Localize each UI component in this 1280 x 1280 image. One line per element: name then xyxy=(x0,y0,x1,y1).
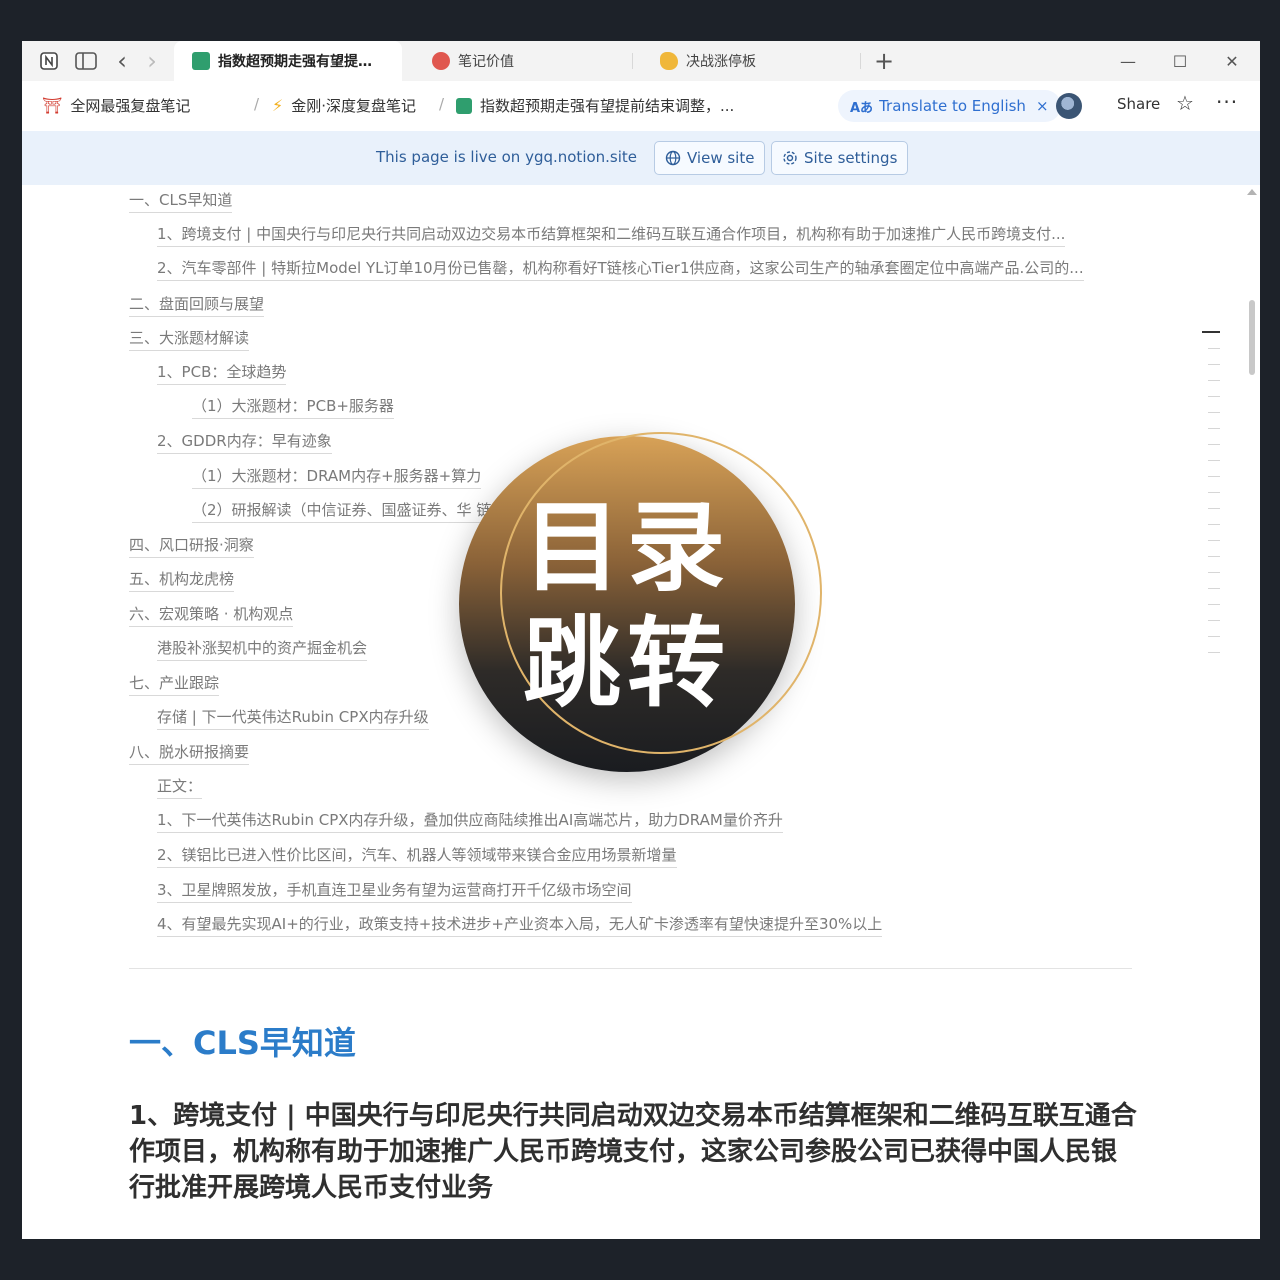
money-bag-icon xyxy=(456,97,472,114)
minimize-button[interactable]: — xyxy=(1116,49,1140,73)
breadcrumb-item-2[interactable]: ⚡ 金刚·深度复盘笔记 xyxy=(272,95,416,116)
toc-item[interactable]: 3、卫星牌照发放，手机直连卫星业务有望为运营商打开千亿级市场空间 xyxy=(157,879,632,903)
site-settings-button[interactable]: Site settings xyxy=(771,141,909,175)
close-icon[interactable]: × xyxy=(1036,97,1049,115)
maximize-button[interactable]: ☐ xyxy=(1168,49,1192,73)
translate-label: Translate to English xyxy=(879,97,1026,115)
scrollbar-thumb[interactable] xyxy=(1249,300,1255,375)
toc-item[interactable]: 2、汽车零部件 | 特斯拉Model YL订单10月份已售罄，机构称看好T链核心… xyxy=(157,257,1084,281)
torii-gate-icon: ⛩ xyxy=(42,96,63,115)
toc-item[interactable]: 五、机构龙虎榜 xyxy=(129,568,235,592)
tab-title: 笔记价值 xyxy=(458,54,514,70)
view-site-button[interactable]: View site xyxy=(654,141,766,175)
view-site-label: View site xyxy=(687,149,755,167)
money-bag-icon xyxy=(192,52,210,70)
toc-item[interactable]: 1、跨境支付 | 中国央行与印尼央行共同启动双边交易本币结算框架和二维码互联互通… xyxy=(157,223,1066,247)
back-icon[interactable]: ‹ xyxy=(112,47,132,75)
toc-item[interactable]: 1、下一代英伟达Rubin CPX内存升级，叠加供应商陆续推出AI高端芯片，助力… xyxy=(157,809,783,833)
divider xyxy=(129,968,1132,969)
breadcrumb-item-3[interactable]: 指数超预期走强有望提前结束调整，... xyxy=(456,95,734,116)
share-button[interactable]: Share xyxy=(1117,95,1160,113)
hand-point-icon xyxy=(660,52,678,70)
tab-separator xyxy=(860,53,861,69)
gear-icon xyxy=(783,151,797,165)
tab-bar: ‹ › 指数超预期走强有望提… 笔记价值 决战涨停板 + — ☐ ✕ xyxy=(22,41,1260,81)
overlay-line-1: 目录 xyxy=(522,491,731,605)
banner-text: This page is live on ygq.notion.site xyxy=(376,148,638,166)
scrollbar[interactable] xyxy=(1244,185,1260,1239)
tab-title: 指数超预期走强有望提… xyxy=(218,54,372,70)
toc-item[interactable]: 七、产业跟踪 xyxy=(129,672,220,696)
toc-item[interactable]: 四、风口研报·洞察 xyxy=(129,534,254,558)
tab-active[interactable]: 指数超预期走强有望提… xyxy=(174,41,402,81)
more-options-icon[interactable]: ··· xyxy=(1216,90,1238,114)
tab-bijiijiazhi[interactable]: 笔记价值 xyxy=(414,41,634,81)
section-heading: 一、CLS早知道 xyxy=(129,1024,356,1062)
notion-app-icon[interactable] xyxy=(38,50,60,72)
page-outline[interactable] xyxy=(1202,331,1222,668)
scroll-up-icon[interactable] xyxy=(1247,189,1257,195)
hot-spring-icon xyxy=(432,52,450,70)
toc-item[interactable]: 1、PCB：全球趋势 xyxy=(157,361,287,385)
breadcrumb-label: 指数超预期走强有望提前结束调整，... xyxy=(480,97,735,115)
overlay-line-2: 跳转 xyxy=(522,607,731,721)
section-subheading: 1、跨境支付 | 中国央行与印尼央行共同启动双边交易本币结算框架和二维码互联互通… xyxy=(129,1101,1137,1203)
breadcrumb-separator: / xyxy=(254,95,260,113)
tab-title: 决战涨停板 xyxy=(686,54,756,70)
globe-icon xyxy=(665,150,681,166)
sidebar-toggle-icon[interactable] xyxy=(74,50,98,72)
toc-item[interactable]: 六、宏观策略 · 机构观点 xyxy=(129,603,294,627)
new-tab-button[interactable]: + xyxy=(872,47,896,75)
toc-item[interactable]: 港股补涨契机中的资产掘金机会 xyxy=(157,637,368,661)
toc-item[interactable]: 4、有望最先实现AI+的行业，政策支持+技术进步+产业资本入局，无人矿卡渗透率有… xyxy=(157,913,883,937)
site-settings-label: Site settings xyxy=(804,149,898,167)
translate-icon: Aあ xyxy=(850,100,874,116)
toc-item[interactable]: 正文： xyxy=(157,775,203,799)
toc-item[interactable]: 2、GDDR内存：早有迹象 xyxy=(157,430,332,454)
toc-item[interactable]: 三、大涨题材解读 xyxy=(129,327,250,351)
breadcrumb-item-1[interactable]: ⛩ 全网最强复盘笔记 xyxy=(42,95,190,116)
star-icon[interactable]: ☆ xyxy=(1176,91,1194,115)
breadcrumb-label: 金刚·深度复盘笔记 xyxy=(291,97,417,115)
live-site-banner: This page is live on ygq.notion.site Vie… xyxy=(22,131,1260,185)
toc-item[interactable]: 二、盘面回顾与展望 xyxy=(129,293,265,317)
lightning-icon: ⚡ xyxy=(272,96,284,115)
tab-juezhan[interactable]: 决战涨停板 xyxy=(642,41,862,81)
overlay-badge-text: 目录 跳转 xyxy=(459,490,795,722)
toc-item[interactable]: （1）大涨题材：PCB+服务器 xyxy=(192,395,394,419)
translate-button[interactable]: Aあ Translate to English × xyxy=(838,90,1061,122)
toc-item[interactable]: （1）大涨题材：DRAM内存+服务器+算力 xyxy=(192,465,482,489)
close-window-button[interactable]: ✕ xyxy=(1220,49,1244,73)
toc-item[interactable]: 2、镁铝比已进入性价比区间，汽车、机器人等领域带来镁合金应用场景新增量 xyxy=(157,844,677,868)
breadcrumb-separator: / xyxy=(439,95,445,113)
toc-item[interactable]: 存储 | 下一代英伟达Rubin CPX内存升级 xyxy=(157,706,429,730)
forward-icon[interactable]: › xyxy=(142,47,162,75)
breadcrumb-label: 全网最强复盘笔记 xyxy=(70,97,191,115)
breadcrumb: ⛩ 全网最强复盘笔记 / ⚡ 金刚·深度复盘笔记 / 指数超预期走强有望提前结束… xyxy=(22,81,1260,131)
tab-separator xyxy=(632,53,633,69)
toc-item[interactable]: 一、CLS早知道 xyxy=(129,189,233,213)
avatar[interactable] xyxy=(1056,93,1082,119)
toc-item[interactable]: 八、脱水研报摘要 xyxy=(129,741,250,765)
